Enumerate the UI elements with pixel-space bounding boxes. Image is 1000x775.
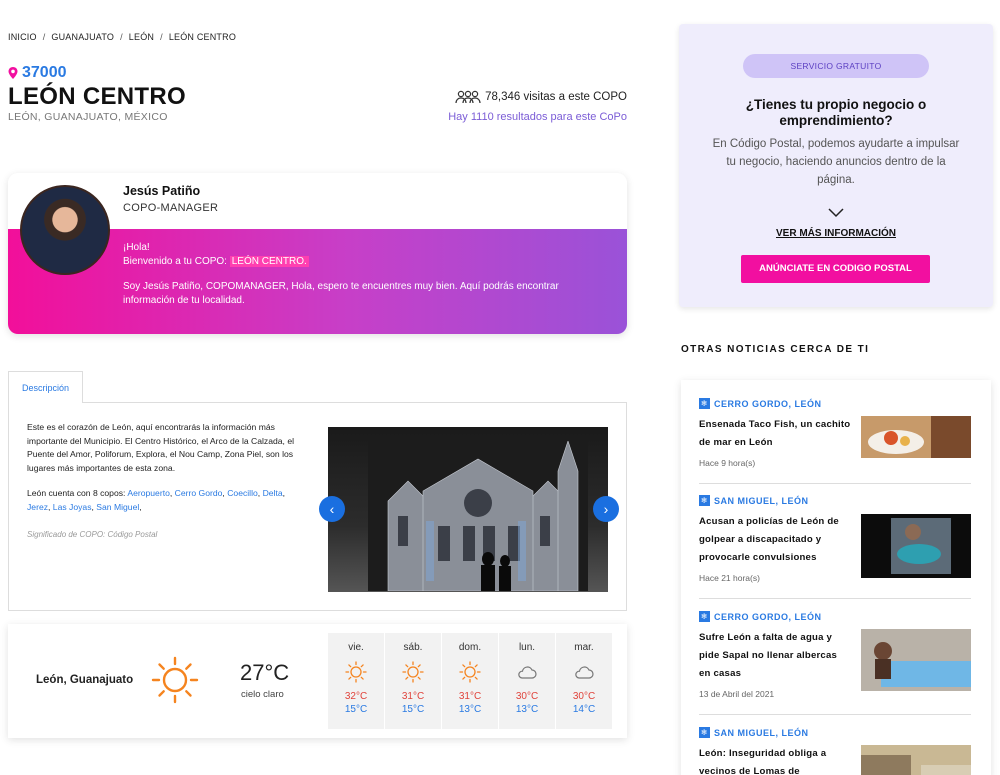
sun-icon [459,661,481,683]
breadcrumb: INICIO / GUANAJUATO / LEÓN / LEÓN CENTRO [8,32,237,42]
zip-code-row: 37000 [8,64,67,82]
greeting: ¡Hola! [123,242,150,253]
news-thumbnail[interactable] [861,416,971,458]
forecast-day: mar. 30°C 14°C [556,633,612,729]
news-tag[interactable]: CERRO GORDO, LEÓN [714,612,822,622]
breadcrumb-item-inicio[interactable]: INICIO [8,32,37,42]
weather-widget: León, Guanajuato 27°C cielo claro vie. 3… [8,624,627,738]
manager-role: COPO-MANAGER [123,202,219,214]
page-title: LEÓN CENTRO [8,83,186,110]
current-temperature: 27°C [240,660,290,685]
advertise-button[interactable]: ANÚNCIATE EN CODIGO POSTAL [741,255,930,283]
copo-link-coecillo[interactable]: Coecillo [227,488,258,498]
copo-link-aeropuerto[interactable]: Aeropuerto [127,488,170,498]
carousel-prev-button[interactable]: ‹ [319,496,345,522]
news-item[interactable]: ❄ CERRO GORDO, LEÓN Ensenada Taco Fish, u… [699,398,971,468]
news-time: 13 de Abril del 2021 [699,689,775,699]
news-title[interactable]: Acusan a policías de León de golpear a d… [699,513,851,567]
news-title[interactable]: Ensenada Taco Fish, un cachito de mar en… [699,416,851,452]
news-thumbnail[interactable] [861,629,971,691]
breadcrumb-item-leon-centro: LEÓN CENTRO [168,32,237,42]
visits-counter: 78,346 visitas a este COPO [455,90,627,104]
promo-box: SERVICIO GRATUITO ¿Tienes tu propio nego… [679,24,993,307]
copo-link-jerez[interactable]: Jerez [27,502,48,512]
description-panel: Este es el corazón de León, aquí encontr… [8,402,627,611]
news-item[interactable]: ❄ SAN MIGUEL, LEÓN León: Inseguridad obli… [699,727,971,775]
place-subtitle: LEÓN, GUANAJUATO, MÉXICO [8,111,168,123]
copo-link-delta[interactable]: Delta [263,488,283,498]
breadcrumb-item-leon[interactable]: LEÓN [129,32,154,42]
news-title[interactable]: Sufre León a falta de agua y pide Sapal … [699,629,851,683]
forecast-day: sáb. 31°C 15°C [385,633,441,729]
free-service-badge: SERVICIO GRATUITO [743,54,929,78]
news-tag[interactable]: SAN MIGUEL, LEÓN [714,728,809,738]
description-text: Este es el corazón de León, aquí encontr… [27,421,307,542]
copo-note: Significado de COPO: Código Postal [27,530,158,539]
cloud-icon [518,666,537,679]
forecast-day: dom. 31°C 13°C [442,633,498,729]
results-link[interactable]: Hay 1110 resultados para este CoPo [448,111,627,123]
people-icon [455,90,481,104]
snowflake-icon: ❄ [699,398,710,409]
news-item[interactable]: ❄ SAN MIGUEL, LEÓN Acusan a policías de L… [699,495,971,583]
sun-icon [151,656,199,704]
news-thumbnail[interactable] [861,745,971,775]
news-list: ❄ CERRO GORDO, LEÓN Ensenada Taco Fish, u… [681,380,991,775]
news-tag[interactable]: SAN MIGUEL, LEÓN [714,496,809,506]
snowflake-icon: ❄ [699,495,710,506]
welcome-prefix: Bienvenido a tu COPO: [123,256,230,267]
tab-descripcion[interactable]: Descripción [8,371,83,403]
visits-text: 78,346 visitas a este COPO [485,91,627,103]
promo-title: ¿Tienes tu propio negocio o emprendimien… [745,97,927,128]
manager-message: ¡Hola! Bienvenido a tu COPO: LEÓN CENTRO… [123,241,593,308]
promo-text: En Código Postal, podemos ayudarte a imp… [712,138,960,186]
manager-body: Soy Jesús Patiño, COPOMANAGER, Hola, esp… [123,281,559,306]
cathedral-image [368,441,588,591]
welcome-place: LEÓN CENTRO. [229,256,309,267]
weather-condition: cielo claro [241,689,284,700]
snowflake-icon: ❄ [699,727,710,738]
cloud-icon [575,666,594,679]
copo-link-cerro-gordo[interactable]: Cerro Gordo [175,488,223,498]
copos-list: León cuenta con 8 copos: Aeropuerto, Cer… [27,488,286,512]
copo-link-san-miguel[interactable]: San Miguel [96,502,139,512]
snowflake-icon: ❄ [699,611,710,622]
sun-icon [402,661,424,683]
weather-city: León, Guanajuato [36,674,134,686]
forecast-day: vie. 32°C 15°C [328,633,384,729]
carousel-next-button[interactable]: › [593,496,619,522]
chevron-down-icon[interactable] [828,208,844,218]
news-item[interactable]: ❄ CERRO GORDO, LEÓN Sufre León a falta de… [699,611,971,699]
news-title[interactable]: León: Inseguridad obliga a vecinos de Lo… [699,745,851,775]
location-pin-icon [8,67,18,79]
sun-icon [345,661,367,683]
news-time: Hace 21 hora(s) [699,573,760,583]
description-paragraph: Este es el corazón de León, aquí encontr… [27,422,295,473]
news-heading: OTRAS NOTICIAS CERCA DE TI [681,344,870,355]
news-tag[interactable]: CERRO GORDO, LEÓN [714,399,822,409]
image-carousel[interactable] [328,427,608,592]
zip-code: 37000 [22,64,67,81]
breadcrumb-item-guanajuato[interactable]: GUANAJUATO [51,32,114,42]
manager-name: Jesús Patiño [123,184,201,198]
avatar [20,185,110,275]
news-time: Hace 9 hora(s) [699,458,756,468]
forecast-day: lun. 30°C 13°C [499,633,555,729]
manager-card: Jesús Patiño COPO-MANAGER ¡Hola! Bienven… [8,173,627,334]
more-info-link[interactable]: VER MÁS INFORMACIÓN [679,228,993,239]
copo-link-las-joyas[interactable]: Las Joyas [53,502,92,512]
news-thumbnail[interactable] [861,514,971,578]
